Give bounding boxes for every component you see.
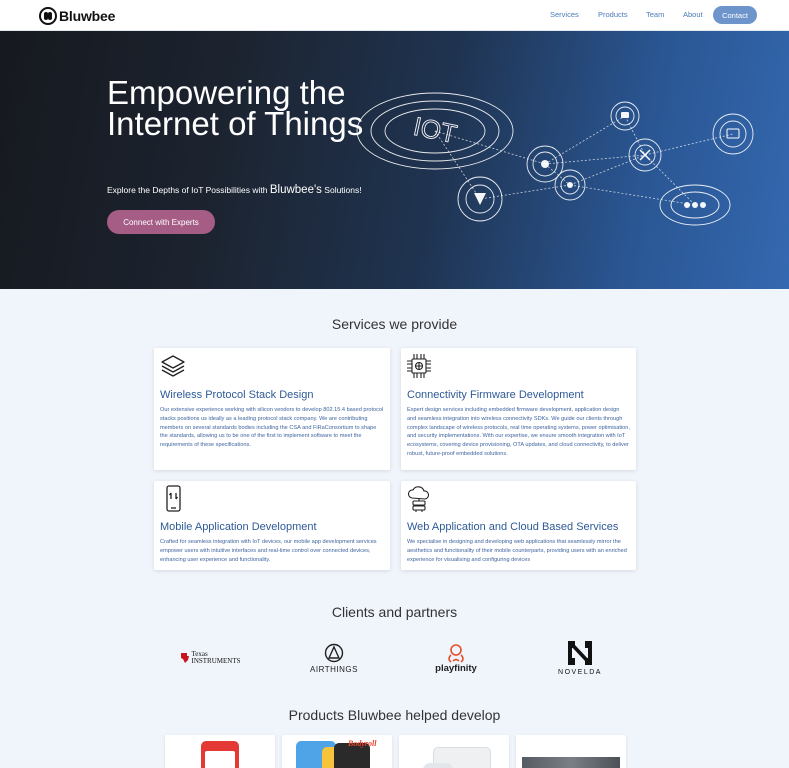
product-card-photo[interactable] (516, 735, 626, 768)
texas-instruments-logo-icon (180, 653, 189, 663)
partner-name-line2: Instruments (191, 657, 241, 665)
products-heading: Products Bluwbee helped develop (288, 707, 501, 723)
nav-link-services[interactable]: Services (550, 10, 579, 19)
service-title: Web Application and Cloud Based Services (407, 521, 619, 533)
chip-icon (407, 354, 431, 378)
hero-subtitle-brand: Bluwbee's (269, 184, 322, 196)
partner-novelda[interactable]: NOVELDA (552, 636, 608, 678)
partner-name: playfinity (435, 662, 477, 674)
service-card-mobile[interactable]: Mobile Application Development Crafted f… (154, 481, 390, 570)
top-navbar: Bluwbee Services Products Team About Con… (0, 0, 789, 31)
service-description: Crafted for seamless integration with Io… (160, 539, 377, 563)
photo-image (522, 757, 620, 768)
connect-with-experts-button[interactable]: Connect with Experts (107, 210, 215, 234)
partner-airthings[interactable]: AIRTHINGS (305, 640, 363, 676)
service-description: Our extensive experience working with si… (160, 407, 384, 449)
service-card-firmware[interactable]: Connectivity Firmware Development Expert… (401, 348, 636, 470)
brand-name: Bluwbee (59, 7, 116, 24)
service-title: Wireless Protocol Stack Design (160, 389, 314, 401)
partner-name: NOVELDA (558, 668, 602, 676)
partner-texas-instruments[interactable]: Texas Instruments (180, 642, 241, 674)
product-card-phone-app[interactable] (165, 735, 275, 768)
contact-button[interactable]: Contact (713, 6, 757, 24)
mobile-phone-icon (166, 485, 181, 512)
airthings-logo-icon (324, 643, 344, 662)
phone-app-image (201, 741, 239, 768)
partner-playfinity[interactable]: playfinity (428, 638, 484, 678)
hero-subtitle: Explore the Depths of IoT Possibilities … (107, 184, 362, 196)
novelda-logo-icon (568, 640, 592, 665)
bee-logo-icon (39, 6, 57, 25)
hero-subtitle-pre: Explore the Depths of IoT Possibilities … (107, 185, 268, 195)
partner-name: AIRTHINGS (310, 664, 358, 674)
services-heading: Services we provide (331, 316, 458, 332)
brand-logo[interactable]: Bluwbee (39, 6, 115, 25)
service-description: We specialise in designing and developin… (407, 539, 627, 563)
service-description: Expert design services including embedde… (407, 407, 630, 457)
hero-title: Empowering the Internet of Things (107, 74, 364, 142)
partners-heading: Clients and partners (331, 604, 458, 620)
nav-link-team[interactable]: Team (646, 10, 664, 19)
service-title: Mobile Application Development (160, 521, 317, 533)
product-card-app-collage[interactable]: Bodyroll (282, 735, 392, 768)
service-card-wireless[interactable]: Wireless Protocol Stack Design Our exten… (154, 348, 390, 470)
playfinity-logo-icon (448, 643, 464, 663)
layers-icon (161, 355, 185, 377)
service-card-web-cloud[interactable]: Web Application and Cloud Based Services… (401, 481, 636, 570)
hero-section: Empowering the Internet of Things Explor… (0, 31, 789, 289)
iot-label: IOT (411, 111, 460, 149)
nav-link-products[interactable]: Products (598, 10, 628, 19)
service-title: Connectivity Firmware Development (407, 389, 584, 401)
bodyroll-badge: Bodyroll (348, 739, 377, 748)
cloud-icon (407, 486, 430, 512)
product-card-device[interactable] (399, 735, 509, 768)
iot-network-illustration: IOT (356, 92, 754, 226)
nav-link-about[interactable]: About (683, 10, 703, 19)
